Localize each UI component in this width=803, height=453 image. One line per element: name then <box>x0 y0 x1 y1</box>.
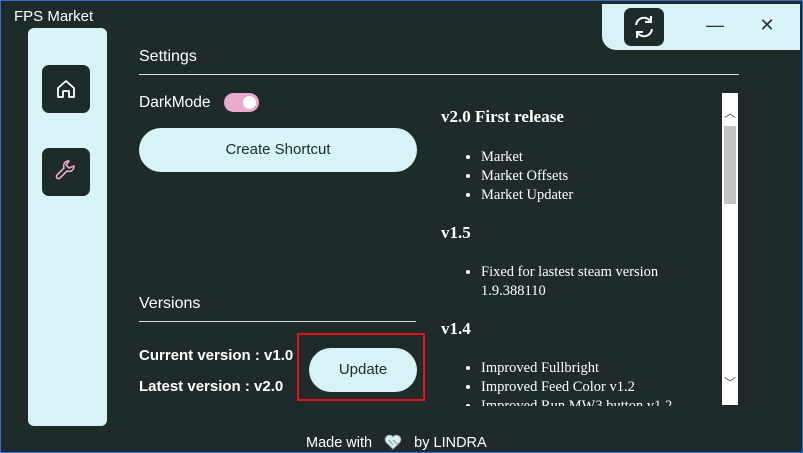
minimize-button[interactable]: — <box>704 14 726 36</box>
changelog-version-title: v2.0 First release <box>441 107 564 126</box>
home-icon <box>57 80 75 98</box>
sidebar-item-home[interactable] <box>42 65 90 113</box>
changelog-item: Market Offsets <box>481 167 718 186</box>
wrench-icon <box>55 160 75 180</box>
scroll-thumb[interactable] <box>724 126 736 204</box>
darkmode-toggle[interactable] <box>224 93 259 112</box>
changelog-list: Market Market Offsets Market Updater <box>441 148 718 205</box>
footer-author: by LINDRA <box>414 435 487 451</box>
sidebar <box>28 28 107 426</box>
footer: Made with by LINDRA <box>306 434 487 451</box>
footer-made-with: Made with <box>306 435 373 451</box>
window-title: FPS Market <box>14 8 94 25</box>
close-button[interactable]: ✕ <box>756 14 778 36</box>
refresh-button[interactable] <box>624 8 664 46</box>
darkmode-label: DarkMode <box>139 94 211 111</box>
changelog-item: Market <box>481 148 718 167</box>
changelog-version-title: v1.4 <box>441 319 471 338</box>
latest-version: Latest version : v2.0 <box>139 378 284 395</box>
refresh-icon <box>635 16 653 38</box>
update-highlight-box <box>297 333 425 401</box>
settings-heading: Settings <box>139 48 197 65</box>
changelog-list: Fixed for lastest steam version 1.9.3881… <box>441 263 718 301</box>
changelog-item: Fixed for lastest steam version 1.9.3881… <box>481 263 718 301</box>
toggle-knob <box>243 96 256 109</box>
heart-icon <box>384 434 402 450</box>
changelog-item: Market Updater <box>481 186 718 205</box>
versions-heading: Versions <box>139 295 201 312</box>
current-version: Current version : v1.0 <box>139 347 294 364</box>
changelog-item: Improved Feed Color v1.2 <box>481 378 718 397</box>
app-window: FPS Market — ✕ Settings DarkMode Create … <box>0 0 803 453</box>
changelog-version-title: v1.5 <box>441 223 471 242</box>
settings-divider <box>139 74 739 75</box>
sidebar-item-settings[interactable] <box>42 148 90 196</box>
changelog-panel: v2.0 First release Market Market Offsets… <box>441 94 718 406</box>
scroll-up-icon[interactable]: ︿ <box>722 105 738 121</box>
changelog-item: Improved Run MW3 button v1.2 <box>481 397 718 406</box>
create-shortcut-button[interactable]: Create Shortcut <box>139 128 417 172</box>
changelog-item: Improved Fullbright <box>481 359 718 378</box>
scroll-down-icon[interactable]: ﹀ <box>722 375 738 391</box>
changelog-scrollbar[interactable]: ︿ ﹀ <box>722 93 738 405</box>
versions-divider <box>139 321 416 322</box>
changelog-list: Improved Fullbright Improved Feed Color … <box>441 359 718 406</box>
